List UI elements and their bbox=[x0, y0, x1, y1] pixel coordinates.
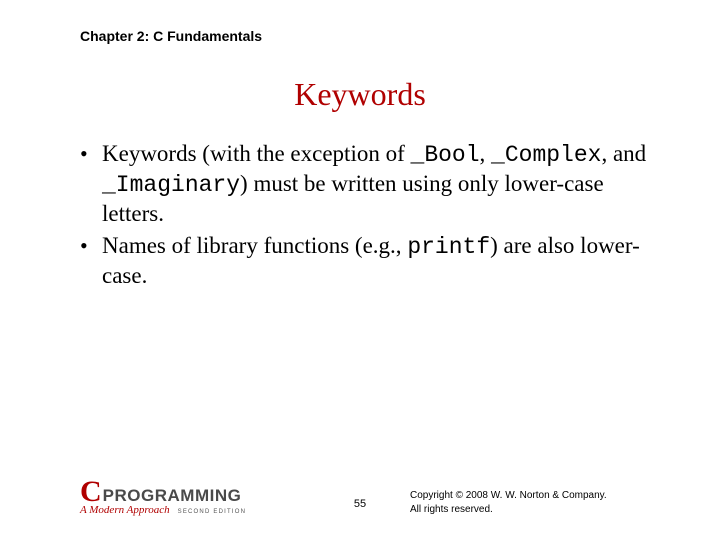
slide-body: Keywords (with the exception of _Bool, _… bbox=[78, 140, 660, 295]
text: , and bbox=[601, 141, 646, 166]
code-span: _Imaginary bbox=[102, 172, 240, 198]
book-logo: C PROGRAMMING A Modern Approach SECOND E… bbox=[80, 478, 290, 516]
text: Names of library functions (e.g., bbox=[102, 233, 407, 258]
text: , bbox=[480, 141, 492, 166]
slide-title: Keywords bbox=[0, 76, 720, 113]
code-span: printf bbox=[407, 234, 490, 260]
text: Keywords (with the exception of bbox=[102, 141, 411, 166]
chapter-label: Chapter 2: C Fundamentals bbox=[80, 28, 262, 44]
copyright-line: Copyright © 2008 W. W. Norton & Company. bbox=[410, 489, 650, 503]
copyright-line: All rights reserved. bbox=[410, 503, 650, 517]
code-span: _Bool bbox=[411, 142, 480, 168]
code-span: _Complex bbox=[491, 142, 601, 168]
copyright: Copyright © 2008 W. W. Norton & Company.… bbox=[410, 489, 650, 516]
footer: C PROGRAMMING A Modern Approach SECOND E… bbox=[0, 456, 720, 516]
bullet-item: Keywords (with the exception of _Bool, _… bbox=[78, 140, 660, 228]
bullet-item: Names of library functions (e.g., printf… bbox=[78, 232, 660, 291]
